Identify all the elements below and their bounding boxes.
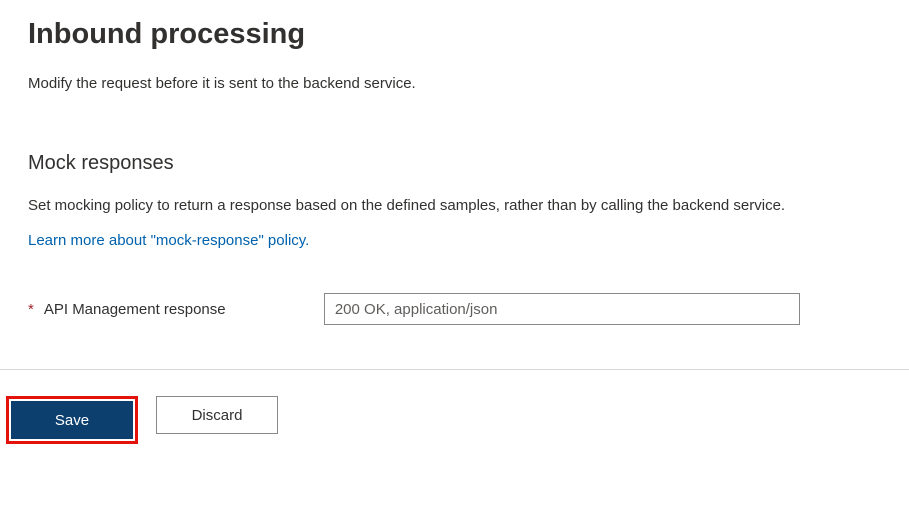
learn-more-link[interactable]: Learn more about "mock-response" policy. [28, 232, 309, 249]
save-highlight: Save [6, 396, 138, 444]
save-button[interactable]: Save [11, 401, 133, 439]
button-row: Save Discard [28, 396, 881, 444]
page-subtitle: Modify the request before it is sent to … [28, 75, 881, 92]
mock-responses-description: Set mocking policy to return a response … [28, 197, 881, 214]
divider [0, 369, 909, 370]
api-response-label: API Management response [44, 301, 324, 318]
page-title: Inbound processing [28, 18, 881, 51]
api-response-row: * API Management response [28, 293, 881, 325]
required-indicator: * [28, 301, 34, 318]
discard-button[interactable]: Discard [156, 396, 278, 434]
api-response-input[interactable] [324, 293, 800, 325]
mock-responses-heading: Mock responses [28, 152, 881, 175]
